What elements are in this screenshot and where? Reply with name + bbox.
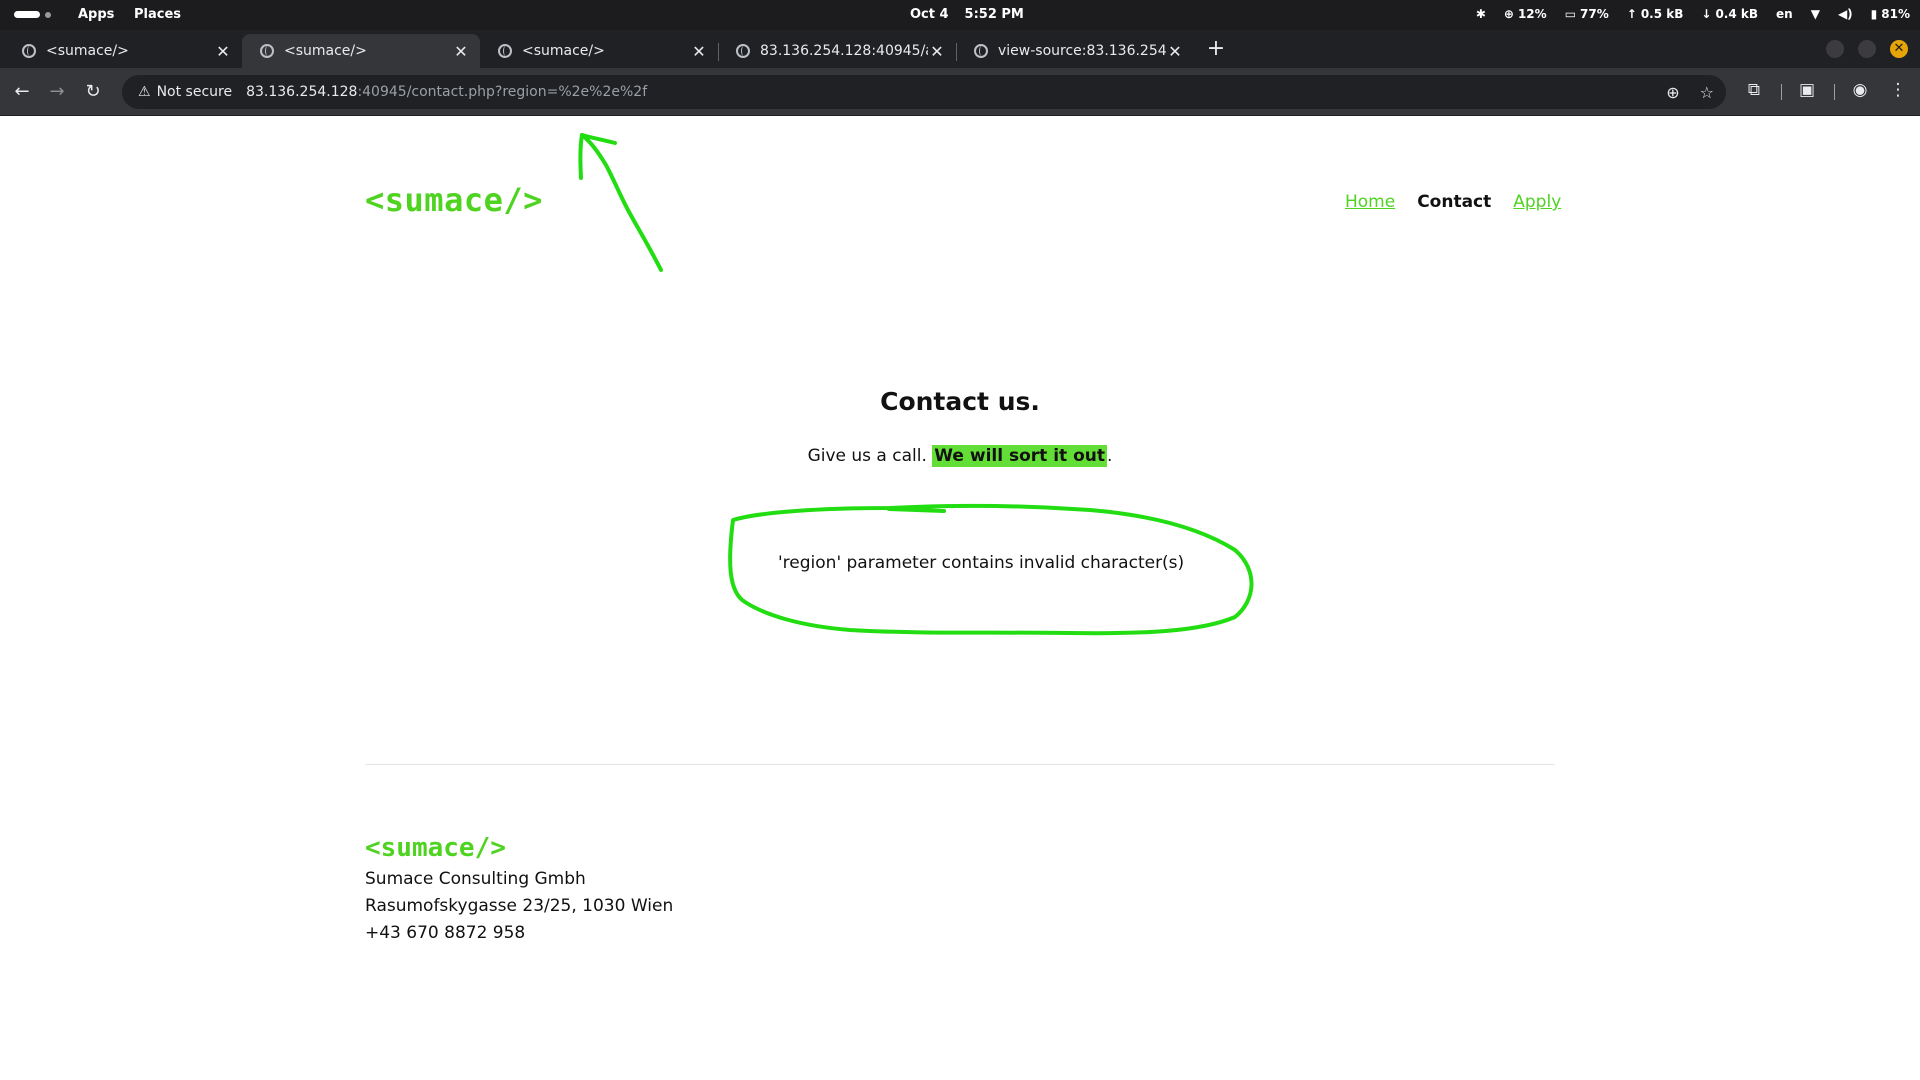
tab-title: <sumace/>: [284, 43, 367, 59]
battery-indicator: ▮ 81%: [1870, 7, 1910, 21]
clock-date: Oct 4: [910, 7, 949, 22]
footer-street: Rasumofskygasse 23/25, 1030 Wien: [365, 896, 674, 916]
arrow-up-icon: ↑: [1626, 7, 1637, 21]
window-controls: ✕: [1826, 40, 1908, 58]
volume-icon: ◀): [1837, 7, 1853, 21]
nav-contact: Contact: [1417, 192, 1492, 212]
extensions-icon[interactable]: ⧉: [1742, 80, 1766, 100]
close-icon[interactable]: ✕: [928, 42, 946, 61]
arrow-down-icon: ↓: [1701, 7, 1712, 21]
keyboard-layout[interactable]: en: [1776, 7, 1793, 21]
back-button[interactable]: ←: [10, 80, 34, 104]
bluetooth-icon: ✱: [1475, 7, 1486, 21]
close-icon[interactable]: ✕: [214, 42, 232, 61]
clock-time: 5:52 PM: [964, 7, 1024, 22]
close-window-button[interactable]: ✕: [1890, 40, 1908, 58]
globe-icon: [22, 44, 36, 58]
clock[interactable]: Oct 4 5:52 PM: [910, 7, 1024, 22]
bookmark-star-icon[interactable]: ☆: [1700, 83, 1714, 102]
close-icon[interactable]: ✕: [452, 42, 470, 61]
browser-toolbar: ← → ↻ ⚠ Not secure 83.136.254.128:40945/…: [0, 68, 1920, 116]
reload-button[interactable]: ↻: [81, 80, 105, 104]
close-icon[interactable]: ✕: [1166, 42, 1184, 61]
nav-apply[interactable]: Apply: [1513, 192, 1561, 212]
menu-kebab-icon[interactable]: ⋮: [1886, 80, 1910, 100]
battery-icon: ▮: [1870, 7, 1878, 21]
highlight-text: We will sort it out: [932, 445, 1107, 467]
minimize-button[interactable]: [1826, 40, 1844, 58]
footer-phone: +43 670 8872 958: [365, 923, 526, 943]
apps-menu[interactable]: Apps: [78, 7, 114, 22]
tab-2-active[interactable]: <sumace/> ✕: [242, 34, 480, 68]
wifi-icon: ▼: [1810, 7, 1820, 21]
new-tab-button[interactable]: +: [1204, 36, 1228, 61]
globe-icon: [498, 44, 512, 58]
globe-icon: [974, 44, 988, 58]
cpu-indicator: ⊕ 12%: [1503, 7, 1547, 21]
footer-address: Sumace Consulting Gmbh Rasumofskygasse 2…: [365, 866, 673, 947]
system-top-bar: Apps Places Oct 4 5:52 PM ✱ ⊕ 12% ▭ 77% ↑ 0…: [0, 0, 1920, 30]
close-icon[interactable]: ✕: [690, 42, 708, 61]
page-title: Contact us.: [880, 387, 1040, 416]
tab-5[interactable]: view-source:83.136.254. ✕: [956, 34, 1194, 68]
system-indicators[interactable]: ✱ ⊕ 12% ▭ 77% ↑ 0.5 kB ↓ 0.4 kB en ▼ ◀) ▮ 81%: [1476, 7, 1910, 21]
cast-icon[interactable]: ▣: [1795, 80, 1819, 100]
main-nav: Home Contact Apply: [1345, 192, 1561, 212]
nav-home[interactable]: Home: [1345, 192, 1395, 212]
places-menu[interactable]: Places: [134, 7, 181, 22]
profile-icon[interactable]: ◉: [1848, 80, 1872, 100]
footer-logo: <sumace/>: [365, 833, 506, 863]
memory-icon: ▭: [1564, 7, 1577, 21]
forward-button[interactable]: →: [45, 80, 69, 104]
zoom-icon[interactable]: ⊕: [1666, 83, 1679, 102]
tab-title: 83.136.254.128:40945/ap: [760, 43, 928, 59]
tab-title: <sumace/>: [522, 43, 605, 59]
site-logo[interactable]: <sumace/>: [365, 181, 543, 219]
contact-subtitle: Give us a call. We will sort it out.: [807, 445, 1113, 467]
cpu-icon: ⊕: [1503, 7, 1514, 21]
tab-3[interactable]: <sumace/> ✕: [480, 34, 719, 68]
tab-title: <sumace/>: [46, 43, 129, 59]
tab-title: view-source:83.136.254.: [998, 43, 1166, 59]
url-text[interactable]: 83.136.254.128:40945/contact.php?region=…: [246, 84, 647, 100]
globe-icon: [736, 44, 750, 58]
error-message: 'region' parameter contains invalid char…: [778, 553, 1185, 573]
maximize-button[interactable]: [1858, 40, 1876, 58]
address-bar[interactable]: ⚠ Not secure 83.136.254.128:40945/contac…: [122, 75, 1726, 109]
footer-company: Sumace Consulting Gmbh: [365, 869, 586, 889]
warning-icon: ⚠: [138, 84, 151, 100]
workspace-indicator[interactable]: [14, 11, 51, 18]
tab-4[interactable]: 83.136.254.128:40945/ap ✕: [718, 34, 957, 68]
memory-indicator: ▭ 77%: [1564, 7, 1609, 21]
net-up-indicator: ↑ 0.5 kB: [1626, 7, 1684, 21]
tab-1[interactable]: <sumace/> ✕: [4, 34, 243, 68]
security-label: Not secure: [156, 84, 233, 100]
tab-strip: <sumace/> ✕ <sumace/> ✕ <sumace/> ✕ 83.1…: [0, 30, 1920, 68]
security-chip[interactable]: ⚠ Not secure: [130, 80, 240, 104]
net-down-indicator: ↓ 0.4 kB: [1701, 7, 1759, 21]
footer-divider: [365, 764, 1555, 765]
globe-icon: [260, 44, 274, 58]
web-page: <sumace/> Home Contact Apply Contact us.…: [0, 117, 1920, 1080]
